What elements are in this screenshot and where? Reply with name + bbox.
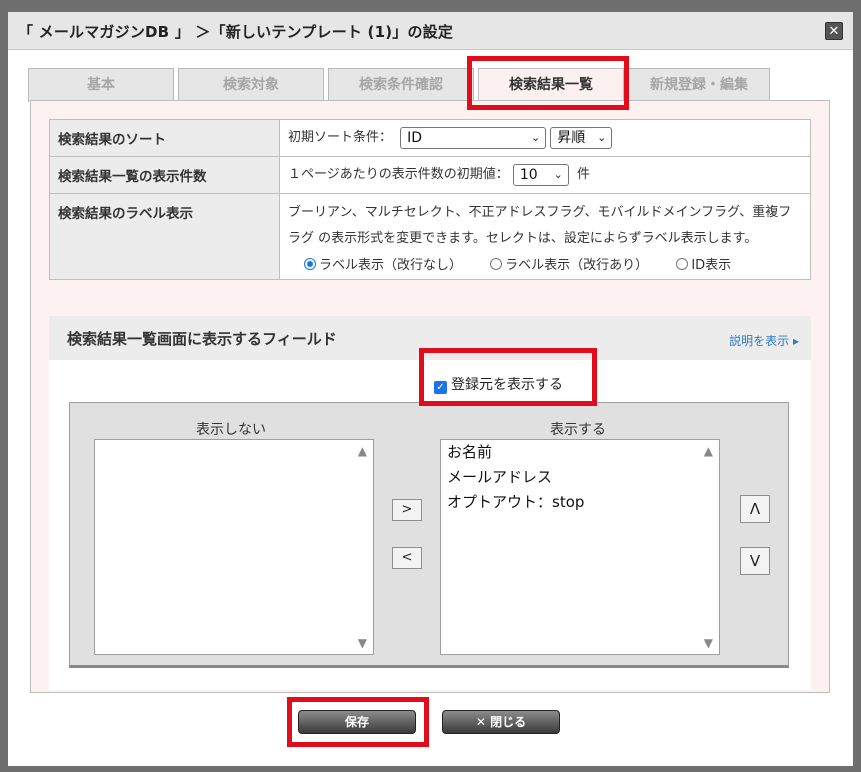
radio-selected-icon [304,258,316,270]
dialog-body: 基本 検索対象 検索条件確認 検索結果一覧 新規登録・編集 検索結果のソート 初… [8,50,853,766]
label-display-options: ラベル表示（改行なし） ラベル表示（改行あり） ID表示 [288,254,802,273]
count-value: 10 [519,166,538,183]
show-source-label: 登録元を表示する [451,377,563,393]
settings-dialog: 「 メールマガジンDB 」 ＞「新しいテンプレート (1)」の設定 ✕ 基本 検… [0,0,861,772]
sort-value-cell: 初期ソート条件： ID ⌄ 昇順 ⌄ [279,119,811,157]
label-display-label: 検索結果のラベル表示 [49,193,280,280]
tab-new-edit[interactable]: 新規登録・編集 [628,68,770,102]
sort-order-select[interactable]: 昇順 ⌄ [550,126,613,149]
checkbox-checked-icon: ✓ [434,381,447,394]
sort-label: 検索結果のソート [49,119,280,157]
list-item[interactable]: お名前 [441,440,719,465]
move-up-button[interactable]: Λ [740,495,770,523]
tab-content: 検索結果のソート 初期ソート条件： ID ⌄ 昇順 ⌄ 検索結果一覧の表示件数 １ペ… [30,100,830,693]
help-link[interactable]: 説明を表示 ▸ [729,332,799,349]
chevron-down-icon: ⌄ [530,130,541,144]
tab-search-target[interactable]: 検索対象 [178,68,324,102]
radio-unselected-icon [676,258,689,270]
count-label: 検索結果一覧の表示件数 [49,156,280,194]
label-display-row: 検索結果のラベル表示 ブーリアン、マルチセレクト、不正アドレスフラグ、モバイルド… [49,193,811,280]
count-prefix: １ページあたりの表示件数の初期値： [288,167,509,182]
tab-basic[interactable]: 基本 [28,68,174,102]
radio-label-with-break[interactable]: ラベル表示（改行あり） [490,254,648,273]
tab-search-condition[interactable]: 検索条件確認 [328,68,474,102]
count-value-cell: １ページあたりの表示件数の初期値： 10 ⌄ 件 [279,156,811,194]
shown-list-label: 表示する [550,422,606,438]
scroll-down-icon[interactable]: ▼ [704,636,713,650]
list-item[interactable]: オプトアウト：stop [441,490,719,515]
hidden-fields-list[interactable]: ▲ ▼ [94,439,374,655]
radio-label-text: ラベル表示（改行あり） [505,258,649,273]
shown-fields-list[interactable]: お名前 メールアドレス オプトアウト：stop ▲ ▼ [440,439,720,655]
radio-unselected-icon [490,258,503,270]
move-right-button[interactable]: > [392,499,422,521]
show-source-checkbox[interactable]: ✓ 登録元を表示する [434,374,563,394]
field-lists: 表示しない ▲ ▼ > < 表示する お名前 メールアドレス オプトアウト：st… [69,402,789,668]
settings-table: 検索結果のソート 初期ソート条件： ID ⌄ 昇順 ⌄ 検索結果一覧の表示件数 １ペ… [49,119,811,280]
count-row: 検索結果一覧の表示件数 １ページあたりの表示件数の初期値： 10 ⌄ 件 [49,156,811,194]
scroll-down-icon[interactable]: ▼ [358,636,367,650]
fields-body: ✓ 登録元を表示する 表示しない ▲ ▼ > < 表示する お名前 メールアドレス… [49,360,811,690]
tab-search-results[interactable]: 検索結果一覧 [478,68,624,104]
count-suffix: 件 [577,167,591,182]
chevron-down-icon: ⌄ [597,130,607,144]
list-item[interactable]: メールアドレス [441,465,719,490]
radio-label-text: ID表示 [691,258,732,273]
dialog-titlebar: 「 メールマガジンDB 」 ＞「新しいテンプレート (1)」の設定 ✕ [8,12,853,50]
radio-label-no-break[interactable]: ラベル表示（改行なし） [304,254,462,273]
count-select[interactable]: 10 ⌄ [512,163,569,186]
label-display-description: ブーリアン、マルチセレクト、不正アドレスフラグ、モバイルドメインフラグ、重複フラ… [288,205,792,246]
label-display-cell: ブーリアン、マルチセレクト、不正アドレスフラグ、モバイルドメインフラグ、重複フラ… [279,193,811,280]
sort-row: 検索結果のソート 初期ソート条件： ID ⌄ 昇順 ⌄ [49,119,811,157]
sort-order-value: 昇順 [557,129,586,146]
fields-header: 検索結果一覧画面に表示するフィールド 説明を表示 ▸ [49,316,811,360]
sort-condition-label: 初期ソート条件： [288,130,393,145]
move-down-button[interactable]: V [740,547,770,575]
move-left-button[interactable]: < [392,547,422,569]
close-icon[interactable]: ✕ [825,22,843,40]
scroll-up-icon[interactable]: ▲ [358,444,367,458]
chevron-down-icon: ⌄ [553,167,563,181]
fields-heading: 検索結果一覧画面に表示するフィールド [67,330,337,348]
hidden-list-label: 表示しない [196,422,266,438]
close-button[interactable]: ✕ 閉じる [442,710,560,734]
radio-id-display[interactable]: ID表示 [676,254,731,273]
sort-field-value: ID [407,129,423,146]
save-button[interactable]: 保存 [298,710,416,734]
radio-label-text: ラベル表示（改行なし） [319,258,463,273]
scroll-up-icon[interactable]: ▲ [704,444,713,458]
sort-field-select[interactable]: ID ⌄ [400,126,547,149]
dialog-title: 「 メールマガジンDB 」 ＞「新しいテンプレート (1)」の設定 [18,23,454,41]
